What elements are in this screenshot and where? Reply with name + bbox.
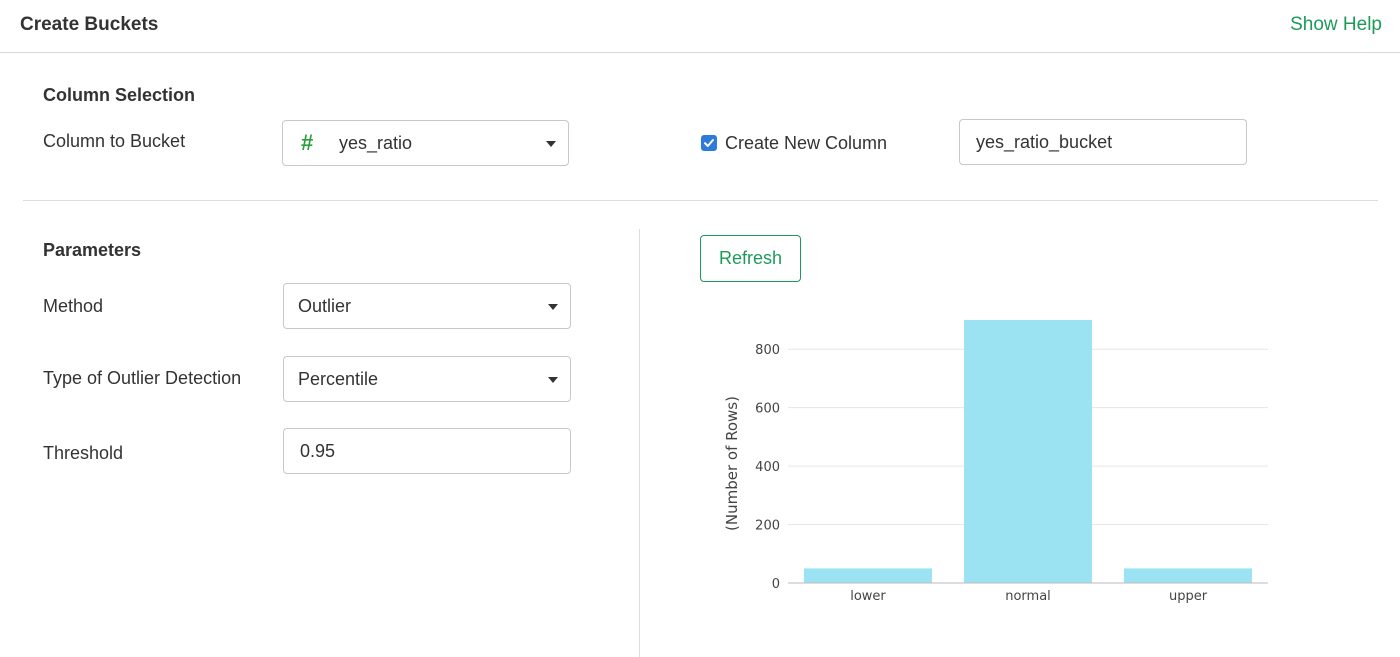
method-select[interactable]: Outlier — [283, 283, 571, 329]
bucket-chart: 0 200 400 600 800 lower normal upper (Number of … — [723, 320, 1268, 604]
x-tick-label: lower — [850, 589, 886, 604]
outlier-type-select[interactable]: Percentile — [283, 356, 571, 402]
column-selection-title: Column Selection — [43, 85, 196, 105]
chevron-down-icon — [548, 304, 558, 310]
threshold-label: Threshold — [43, 443, 124, 463]
show-help-link[interactable]: Show Help — [1290, 14, 1382, 36]
dialog-title: Create Buckets — [20, 14, 159, 35]
create-new-column-label: Create New Column — [725, 133, 888, 153]
checkmark-icon — [704, 139, 714, 147]
y-tick-label: 600 — [755, 402, 780, 417]
y-tick-label: 400 — [755, 460, 780, 475]
chevron-down-icon — [548, 377, 558, 383]
column-to-bucket-label: Column to Bucket — [43, 131, 186, 151]
y-tick-label: 800 — [755, 343, 780, 358]
method-value: Outlier — [298, 296, 352, 316]
outlier-type-value: Percentile — [298, 369, 379, 389]
y-tick-label: 0 — [772, 577, 780, 592]
threshold-input[interactable] — [283, 428, 571, 474]
create-new-column-checkbox[interactable] — [701, 135, 717, 151]
x-tick-label: normal — [1005, 589, 1051, 604]
number-hash-icon: # — [301, 130, 314, 155]
panel-divider — [639, 229, 640, 657]
section-divider — [23, 200, 1378, 201]
new-column-name-input[interactable] — [959, 119, 1247, 165]
column-to-bucket-value: yes_ratio — [339, 133, 413, 153]
column-to-bucket-select[interactable]: # yes_ratio — [282, 120, 569, 166]
y-axis-label: (Number of Rows) — [723, 396, 741, 531]
dialog-header: Create Buckets Show Help — [0, 0, 1400, 53]
parameters-title: Parameters — [43, 240, 142, 260]
x-tick-label: upper — [1169, 589, 1208, 604]
chevron-down-icon — [546, 141, 556, 147]
bar-lower — [804, 568, 932, 583]
outlier-type-label: Type of Outlier Detection — [43, 368, 242, 388]
y-tick-label: 200 — [755, 519, 780, 534]
bar-upper — [1124, 568, 1252, 583]
refresh-button[interactable]: Refresh — [700, 235, 801, 282]
method-label: Method — [43, 296, 104, 316]
bar-normal — [964, 320, 1092, 583]
